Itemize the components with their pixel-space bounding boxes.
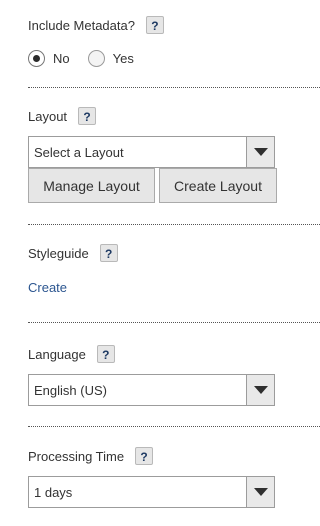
layout-help-button[interactable]: ? [78, 107, 97, 125]
processing-time-section: Processing Time ? [28, 445, 320, 467]
radio-no[interactable] [28, 49, 45, 67]
metadata-label-row: Include Metadata? ? [28, 14, 320, 36]
styleguide-label: Styleguide [28, 245, 89, 261]
metadata-section: Include Metadata? ? [28, 14, 320, 36]
layout-label-row: Layout ? [28, 105, 320, 127]
language-help-button[interactable]: ? [96, 345, 115, 363]
processing-time-select-value: 1 days [34, 484, 73, 500]
chevron-down-icon[interactable] [246, 477, 274, 507]
processing-time-select[interactable]: 1 days [28, 476, 275, 508]
radio-yes[interactable] [87, 49, 105, 67]
processing-time-label: Processing Time [28, 448, 125, 464]
manage-layout-button[interactable]: Manage Layout [28, 168, 155, 203]
language-select[interactable]: English (US) [28, 374, 275, 406]
chevron-down-icon[interactable] [246, 375, 274, 405]
divider [28, 426, 320, 427]
layout-label: Layout [28, 108, 68, 124]
chevron-down-icon[interactable] [246, 137, 274, 167]
metadata-help-button[interactable]: ? [145, 16, 164, 34]
radio-no-label[interactable]: No [53, 51, 70, 66]
language-select-value: English (US) [34, 382, 107, 398]
layout-select[interactable]: Select a Layout [28, 136, 275, 168]
language-label: Language [28, 346, 86, 362]
metadata-radio-group: No Yes [28, 48, 142, 68]
processing-time-label-row: Processing Time ? [28, 445, 320, 467]
styleguide-help-button[interactable]: ? [99, 244, 118, 262]
styleguide-create-link[interactable]: Create [28, 280, 67, 295]
metadata-label: Include Metadata? [28, 17, 135, 33]
language-section: Language ? [28, 343, 320, 365]
layout-select-value: Select a Layout [34, 144, 124, 160]
radio-yes-label[interactable]: Yes [113, 51, 134, 66]
processing-time-help-button[interactable]: ? [135, 447, 154, 465]
language-label-row: Language ? [28, 343, 320, 365]
divider [28, 224, 320, 225]
divider [28, 87, 320, 88]
divider [28, 322, 320, 323]
styleguide-section: Styleguide ? [28, 242, 320, 264]
layout-section: Layout ? [28, 105, 320, 127]
create-layout-button[interactable]: Create Layout [159, 168, 277, 203]
styleguide-label-row: Styleguide ? [28, 242, 320, 264]
